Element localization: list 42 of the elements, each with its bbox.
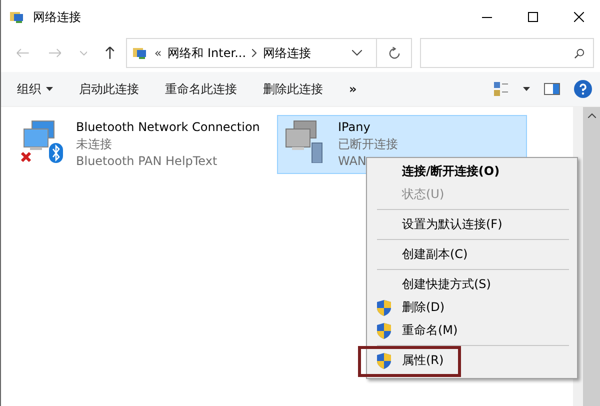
caret-icon <box>46 87 53 91</box>
connection-name: Bluetooth Network Connection <box>76 119 260 136</box>
menu-item[interactable]: 创建快捷方式(S) <box>367 273 577 296</box>
help-icon[interactable] <box>574 80 592 98</box>
close-icon[interactable] <box>574 12 584 22</box>
overflow-chevron[interactable]: « <box>154 46 162 60</box>
chevron-down-icon[interactable] <box>352 50 362 56</box>
refresh-icon <box>388 46 401 60</box>
breadcrumb[interactable]: 网络连接 <box>263 44 312 62</box>
network-folder-icon <box>9 9 25 25</box>
toolbar-button[interactable]: 重命名此连接 <box>159 78 243 100</box>
toolbar-button[interactable]: 启动此连接 <box>73 78 145 100</box>
connection-name: IPany <box>338 119 372 136</box>
up-arrow-icon[interactable] <box>105 46 116 60</box>
preview-pane-icon[interactable] <box>544 83 560 95</box>
toolbar-button[interactable]: 组织 <box>11 78 59 100</box>
connection-item[interactable]: Bluetooth Network Connection 未连接 Bluetooth PAN HelpText <box>15 115 265 174</box>
breadcrumb[interactable]: 网络和 Inter... <box>168 44 246 62</box>
more-button[interactable]: » <box>343 79 363 99</box>
shield-icon <box>377 353 391 369</box>
address-bar[interactable]: « 网络和 Inter... 网络连接 <box>126 38 412 68</box>
shield-icon <box>377 323 391 339</box>
connection-device: Bluetooth PAN HelpText <box>76 153 218 170</box>
search-icon <box>574 48 585 58</box>
menu-item[interactable]: 删除(D) <box>367 296 577 319</box>
toolbar-button[interactable]: 删除此连接 <box>257 78 329 100</box>
window-title: 网络连接 <box>33 8 81 26</box>
menu-item[interactable]: 属性(R) <box>367 349 577 372</box>
scroll-up-icon[interactable] <box>588 113 596 118</box>
connection-status: 已断开连接 <box>338 136 398 153</box>
menu-item[interactable]: 重命名(M) <box>367 319 577 342</box>
search-field[interactable] <box>420 38 594 68</box>
view-options-icon[interactable] <box>493 81 509 97</box>
maximize-icon[interactable] <box>528 12 538 22</box>
caret-icon[interactable] <box>523 87 530 91</box>
chevron-right-icon <box>252 49 258 57</box>
connection-status: 未连接 <box>76 136 113 153</box>
shield-icon <box>377 300 391 316</box>
connection-device: WAN <box>338 153 368 170</box>
network-folder-icon <box>132 45 148 61</box>
menu-item[interactable]: 设置为默认连接(F) <box>367 213 577 236</box>
menu-item[interactable]: 创建副本(C) <box>367 243 577 266</box>
